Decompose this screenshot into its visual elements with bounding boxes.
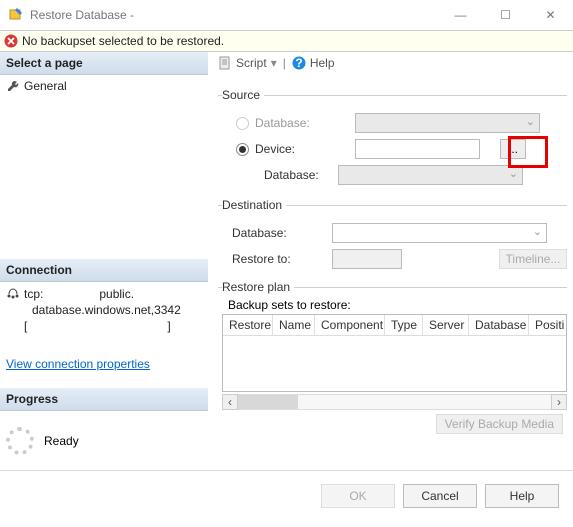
scroll-right-icon[interactable]: › [551, 394, 567, 410]
scroll-left-icon[interactable]: ‹ [222, 394, 238, 410]
view-connection-properties-link[interactable]: View connection properties [6, 356, 150, 372]
source-database-select [355, 113, 540, 133]
backup-sets-table[interactable]: Restore Name Component Type Server Datab… [222, 314, 567, 392]
dest-restoreto-label: Restore to: [232, 252, 332, 266]
help-button[interactable]: Help [310, 56, 335, 70]
window-title: Restore Database - [30, 8, 438, 22]
cancel-button[interactable]: Cancel [403, 484, 477, 508]
col-component[interactable]: Component [315, 315, 385, 335]
col-name[interactable]: Name [273, 315, 315, 335]
source-device-db-label: Database: [264, 168, 338, 182]
source-legend: Source [222, 88, 264, 102]
col-type[interactable]: Type [385, 315, 423, 335]
close-button[interactable]: ✕ [528, 0, 573, 30]
server-icon [6, 286, 20, 300]
col-database[interactable]: Database [469, 315, 529, 335]
source-device-radio[interactable] [236, 143, 249, 156]
connection-info: tcp:public. database.windows.net,3342 [] [24, 286, 181, 334]
error-icon [4, 34, 18, 48]
left-panel: Select a page General Connection tcp:pub… [0, 52, 208, 470]
help-button-footer[interactable]: Help [485, 484, 559, 508]
connection-header: Connection [0, 259, 208, 282]
minimize-button[interactable]: — [438, 0, 483, 30]
script-icon [218, 56, 232, 70]
notification-text: No backupset selected to be restored. [22, 34, 224, 48]
toolbar: Script ▾ | ? Help [218, 56, 567, 70]
progress-spinner-icon [6, 427, 34, 455]
backup-sets-label: Backup sets to restore: [228, 298, 567, 312]
wrench-icon [6, 79, 20, 93]
title-bar: Restore Database - — ☐ ✕ [0, 0, 573, 30]
svg-text:?: ? [295, 56, 302, 70]
col-restore[interactable]: Restore [223, 315, 273, 335]
source-device-label: Device: [255, 142, 355, 156]
destination-legend: Destination [222, 198, 286, 212]
ok-button: OK [321, 484, 395, 508]
select-page-header: Select a page [0, 52, 208, 75]
restore-plan-group: Restore plan Backup sets to restore: Res… [218, 280, 567, 434]
col-server[interactable]: Server [423, 315, 469, 335]
highlight-annotation [508, 136, 548, 168]
page-general-label: General [24, 79, 67, 93]
script-button[interactable]: Script [236, 56, 267, 70]
notification-bar: No backupset selected to be restored. [0, 30, 573, 52]
main-panel: Script ▾ | ? Help Source Database: Devic… [208, 52, 573, 470]
app-icon [8, 7, 24, 23]
source-device-input[interactable] [355, 139, 480, 159]
dropdown-icon[interactable]: ▾ [271, 56, 277, 70]
dialog-footer: OK Cancel Help [0, 470, 573, 520]
scroll-thumb[interactable] [238, 395, 298, 409]
progress-header: Progress [0, 388, 208, 411]
help-icon: ? [292, 56, 306, 70]
page-general[interactable]: General [6, 79, 202, 93]
dest-database-label: Database: [232, 226, 332, 240]
verify-backup-media-button: Verify Backup Media [436, 414, 563, 434]
destination-group: Destination Database: Restore to: Timeli… [218, 198, 567, 274]
timeline-button: Timeline... [499, 249, 567, 269]
col-position[interactable]: Positi [529, 315, 565, 335]
source-database-radio [236, 117, 249, 130]
maximize-button[interactable]: ☐ [483, 0, 528, 30]
table-header: Restore Name Component Type Server Datab… [223, 315, 566, 336]
progress-status: Ready [44, 434, 79, 448]
dest-restoreto-input [332, 249, 402, 269]
source-device-db-select[interactable] [338, 165, 523, 185]
source-database-label: Database: [255, 116, 355, 130]
restore-plan-legend: Restore plan [222, 280, 294, 294]
table-hscrollbar[interactable]: ‹ › [222, 394, 567, 410]
dest-database-select[interactable] [332, 223, 547, 243]
